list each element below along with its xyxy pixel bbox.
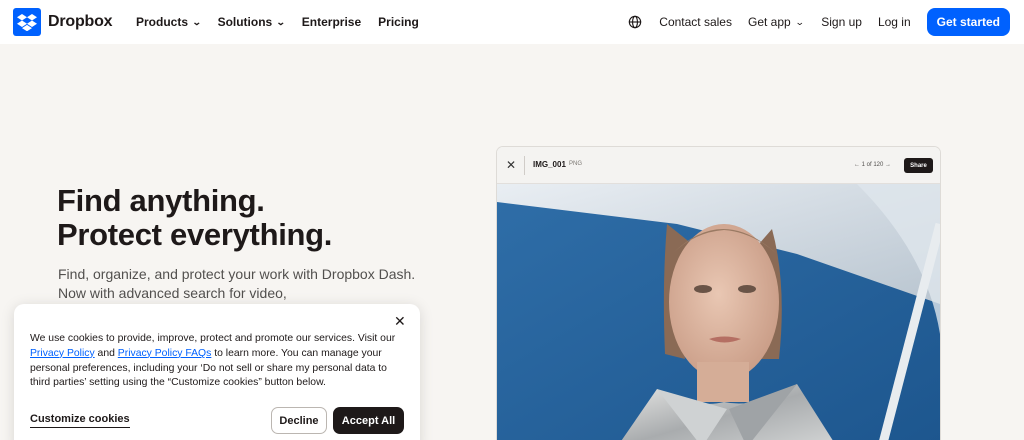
privacy-faqs-link[interactable]: Privacy Policy FAQs: [118, 348, 212, 359]
chevron-down-icon: ⌄: [191, 16, 202, 27]
cookie-text-intro: We use cookies to provide, improve, prot…: [30, 333, 396, 344]
get-started-button[interactable]: Get started: [926, 8, 1010, 36]
accept-all-button[interactable]: Accept All: [333, 407, 404, 434]
primary-nav: Products ⌄ Solutions ⌄ Enterprise Pricin…: [136, 0, 436, 44]
close-icon[interactable]: ✕: [506, 158, 516, 172]
sign-up-link[interactable]: Sign up: [821, 15, 862, 29]
nav-pricing-label: Pricing: [378, 15, 419, 29]
pager: ← 1 of 120 →: [854, 162, 891, 168]
hero-subtext: Find, organize, and protect your work wi…: [58, 266, 416, 301]
dropbox-logo[interactable]: Dropbox: [13, 8, 113, 36]
nav-solutions-label: Solutions: [217, 15, 273, 29]
nav-solutions[interactable]: Solutions ⌄: [217, 15, 286, 29]
hero-headline: Find anything. Protect everything.: [57, 184, 332, 252]
logo-wordmark: Dropbox: [48, 13, 113, 30]
language-button[interactable]: [628, 15, 642, 29]
share-button[interactable]: Share: [904, 158, 933, 173]
globe-icon: [629, 15, 642, 29]
cookie-text: We use cookies to provide, improve, prot…: [30, 332, 406, 391]
headline-line-2: Protect everything.: [57, 217, 333, 252]
nav-enterprise[interactable]: Enterprise: [302, 15, 361, 29]
secondary-nav: Contact sales Get app ⌄ Sign up Log in G…: [628, 0, 1010, 44]
chevron-down-icon: ⌄: [276, 16, 286, 27]
toolbar-divider: [524, 156, 525, 175]
pager-label: 1 of 120: [861, 162, 884, 168]
log-in-link[interactable]: Log in: [878, 15, 911, 29]
contact-sales-link[interactable]: Contact sales: [659, 15, 732, 29]
arrow-right-icon[interactable]: →: [885, 162, 891, 168]
file-type: PNG: [569, 161, 583, 167]
decline-button[interactable]: Decline: [271, 407, 327, 434]
dropbox-logo-icon: [13, 8, 41, 36]
arrow-left-icon[interactable]: ←: [854, 162, 860, 168]
nav-enterprise-label: Enterprise: [301, 15, 362, 29]
nav-pricing[interactable]: Pricing: [378, 15, 419, 29]
nav-products[interactable]: Products ⌄: [136, 15, 202, 29]
cookie-banner: ✕ We use cookies to provide, improve, pr…: [14, 304, 420, 440]
get-app-label: Get app: [747, 15, 791, 29]
close-icon[interactable]: ✕: [394, 313, 406, 330]
preview-toolbar: ✕ IMG_001 PNG ← 1 of 120 → Share: [497, 147, 940, 184]
nav-products-label: Products: [136, 15, 189, 29]
customize-cookies-button[interactable]: Customize cookies: [30, 413, 130, 428]
headline-line-1: Find anything.: [57, 183, 265, 218]
privacy-policy-link[interactable]: Privacy Policy: [30, 348, 95, 359]
top-nav: Dropbox Products ⌄ Solutions ⌄ Enterpris…: [0, 0, 1024, 44]
file-preview-card: ✕ IMG_001 PNG ← 1 of 120 → Share: [497, 147, 940, 440]
chevron-down-icon: ⌄: [794, 16, 805, 27]
cookie-text-and: and: [94, 347, 118, 359]
file-name: IMG_001: [533, 160, 566, 169]
preview-image: [497, 184, 940, 440]
get-app-menu[interactable]: Get app ⌄: [747, 15, 805, 29]
